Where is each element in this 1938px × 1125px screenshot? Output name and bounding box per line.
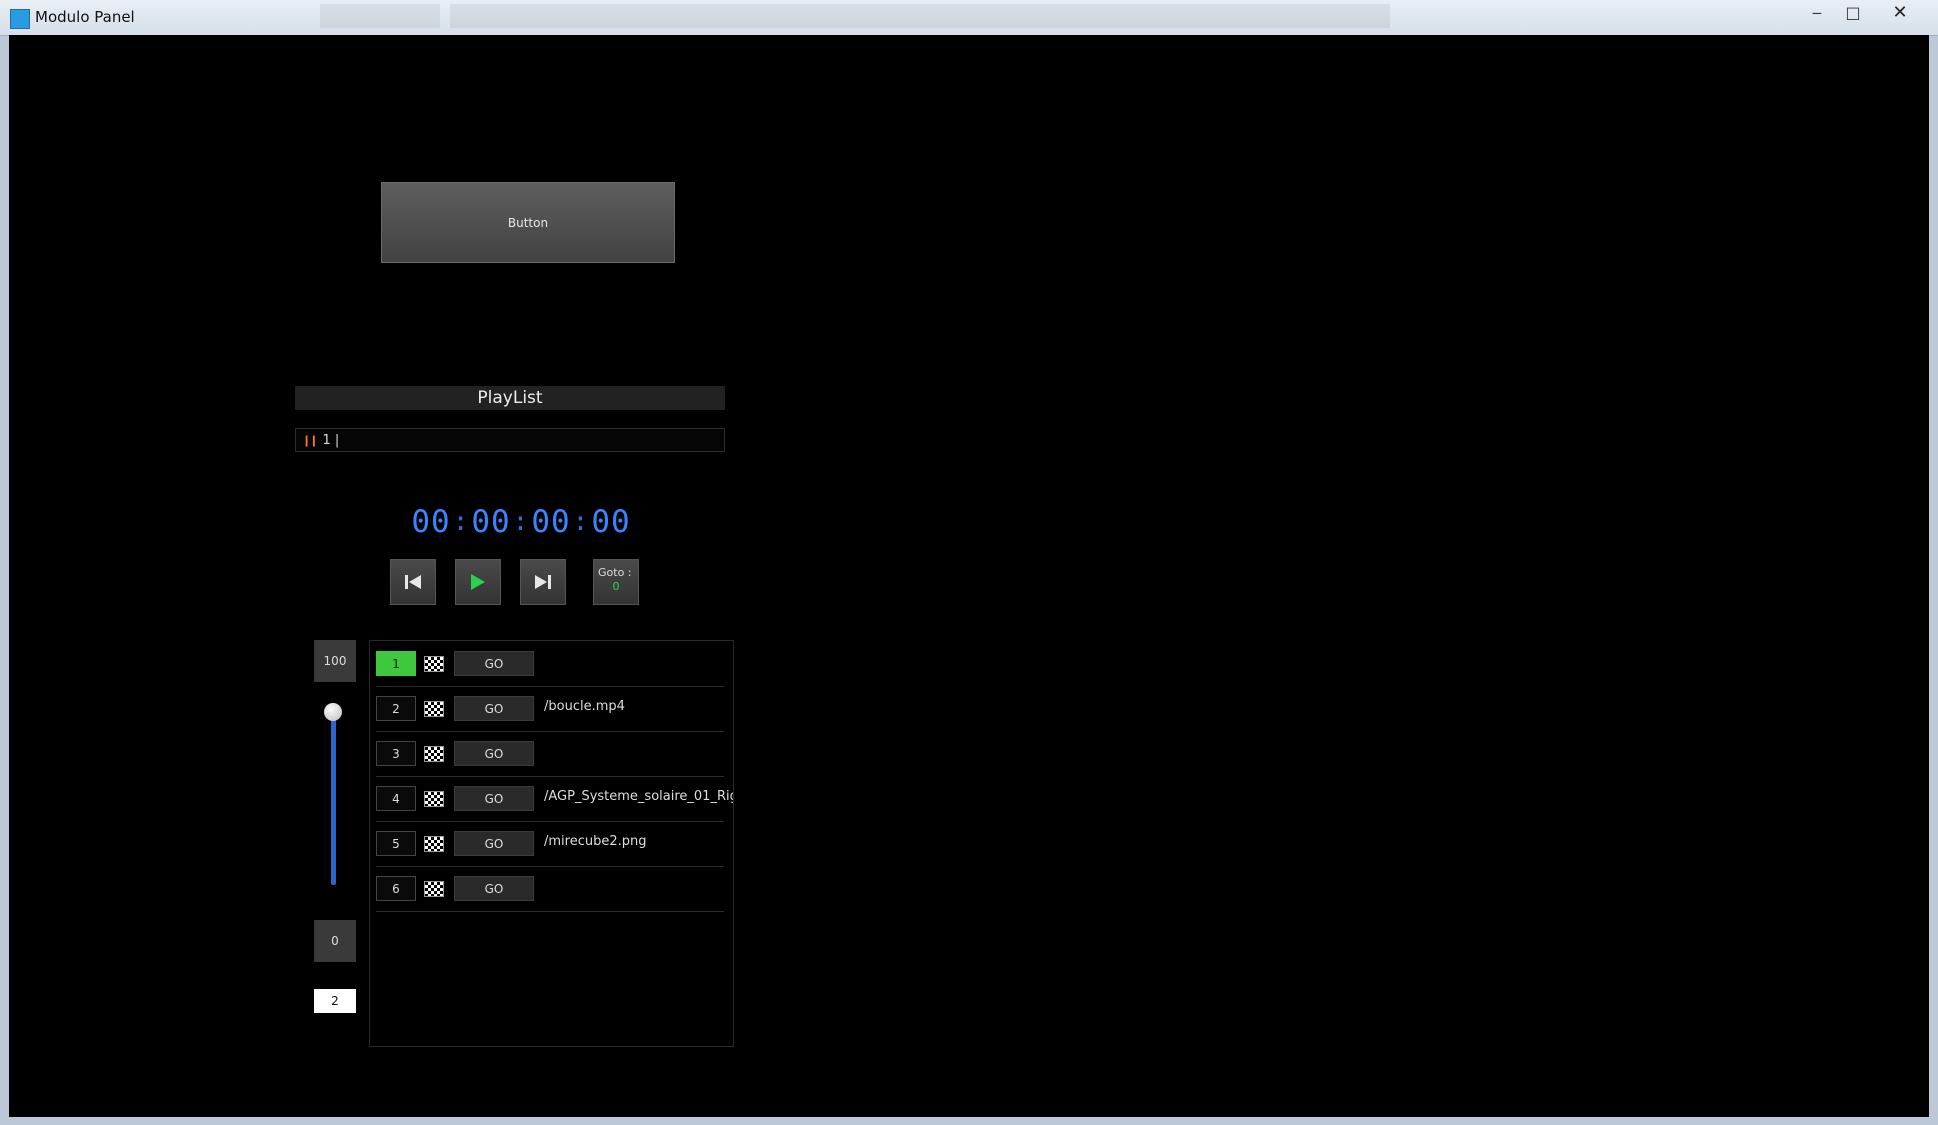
volume-slider-handle[interactable] <box>324 703 342 721</box>
row-number-button[interactable]: 1 <box>376 651 416 676</box>
row-number-button[interactable]: 5 <box>376 831 416 856</box>
goto-button[interactable]: Goto : 0 <box>593 559 639 605</box>
timecode-separator: : <box>452 507 470 537</box>
volume-slider-track[interactable] <box>331 715 336 885</box>
timecode-seconds: 00 <box>531 504 571 540</box>
list-item: 4 GO /AGP_Systeme_solaire_01_Rigl <box>376 776 733 822</box>
go-button[interactable]: GO <box>454 696 534 721</box>
playlist-title: PlayList <box>295 386 725 410</box>
skip-forward-icon <box>535 575 551 589</box>
list-item: 6 GO <box>376 866 724 912</box>
timecode-separator: : <box>572 507 590 537</box>
go-button[interactable]: GO <box>454 741 534 766</box>
row-number-button[interactable]: 2 <box>376 696 416 721</box>
selected-index-field[interactable]: 2 <box>314 989 356 1013</box>
checkered-flag-icon[interactable] <box>424 881 444 897</box>
goto-label: Goto : <box>598 566 632 579</box>
next-button[interactable] <box>520 559 566 605</box>
checkered-flag-icon[interactable] <box>424 836 444 852</box>
timecode-minutes: 00 <box>471 504 511 540</box>
volume-max-button[interactable]: 100 <box>314 640 356 682</box>
list-item: 5 GO /mirecube2.png <box>376 821 724 867</box>
main-button[interactable]: Button <box>381 182 675 263</box>
row-number-button[interactable]: 3 <box>376 741 416 766</box>
checkered-flag-icon[interactable] <box>424 746 444 762</box>
window-title: Modulo Panel <box>35 8 135 26</box>
row-filename: /boucle.mp4 <box>544 699 625 714</box>
row-filename: /mirecube2.png <box>544 834 647 849</box>
app-window: Modulo Panel ‒ □ ✕ Button PlayList ❙❙ 1 … <box>0 0 1938 1125</box>
playlist-list: 1 GO 2 GO /boucle.mp4 3 GO 4 GO /AGP_Sys… <box>369 640 734 1047</box>
play-icon <box>471 574 485 590</box>
pause-icon: ❙❙ <box>302 433 319 447</box>
go-button[interactable]: GO <box>454 786 534 811</box>
title-bar: Modulo Panel ‒ □ ✕ <box>0 0 1938 36</box>
background-window-ghost <box>450 4 1390 28</box>
volume-min-button[interactable]: 0 <box>314 920 356 962</box>
row-filename: /AGP_Systeme_solaire_01_Rigl <box>544 789 734 804</box>
maximize-icon[interactable]: □ <box>1836 2 1870 24</box>
timecode-display: 00 : 00 : 00 : 00 <box>411 503 629 541</box>
checkered-flag-icon[interactable] <box>424 656 444 672</box>
row-number-button[interactable]: 4 <box>376 786 416 811</box>
panel-canvas: Button PlayList ❙❙ 1 | 00 : 00 : 00 : 00 <box>9 35 1929 1117</box>
previous-button[interactable] <box>390 559 436 605</box>
checkered-flag-icon[interactable] <box>424 701 444 717</box>
timecode-separator: : <box>512 507 530 537</box>
timecode-frames: 00 <box>591 504 631 540</box>
list-item: 3 GO <box>376 731 724 777</box>
list-item: 2 GO /boucle.mp4 <box>376 686 724 732</box>
timecode-hours: 00 <box>411 504 451 540</box>
go-button[interactable]: GO <box>454 651 534 676</box>
go-button[interactable]: GO <box>454 876 534 901</box>
list-item: 1 GO <box>376 641 724 687</box>
checkered-flag-icon[interactable] <box>424 791 444 807</box>
background-window-ghost <box>320 4 440 28</box>
playlist-status-bar: ❙❙ 1 | <box>295 428 725 452</box>
go-button[interactable]: GO <box>454 831 534 856</box>
play-button[interactable] <box>455 559 501 605</box>
close-icon[interactable]: ✕ <box>1872 2 1928 24</box>
app-icon <box>10 9 30 29</box>
row-number-button[interactable]: 6 <box>376 876 416 901</box>
goto-value: 0 <box>612 580 620 593</box>
playlist-status-text: 1 | <box>322 432 340 448</box>
skip-back-icon <box>405 575 421 589</box>
minimize-icon[interactable]: ‒ <box>1800 2 1834 24</box>
